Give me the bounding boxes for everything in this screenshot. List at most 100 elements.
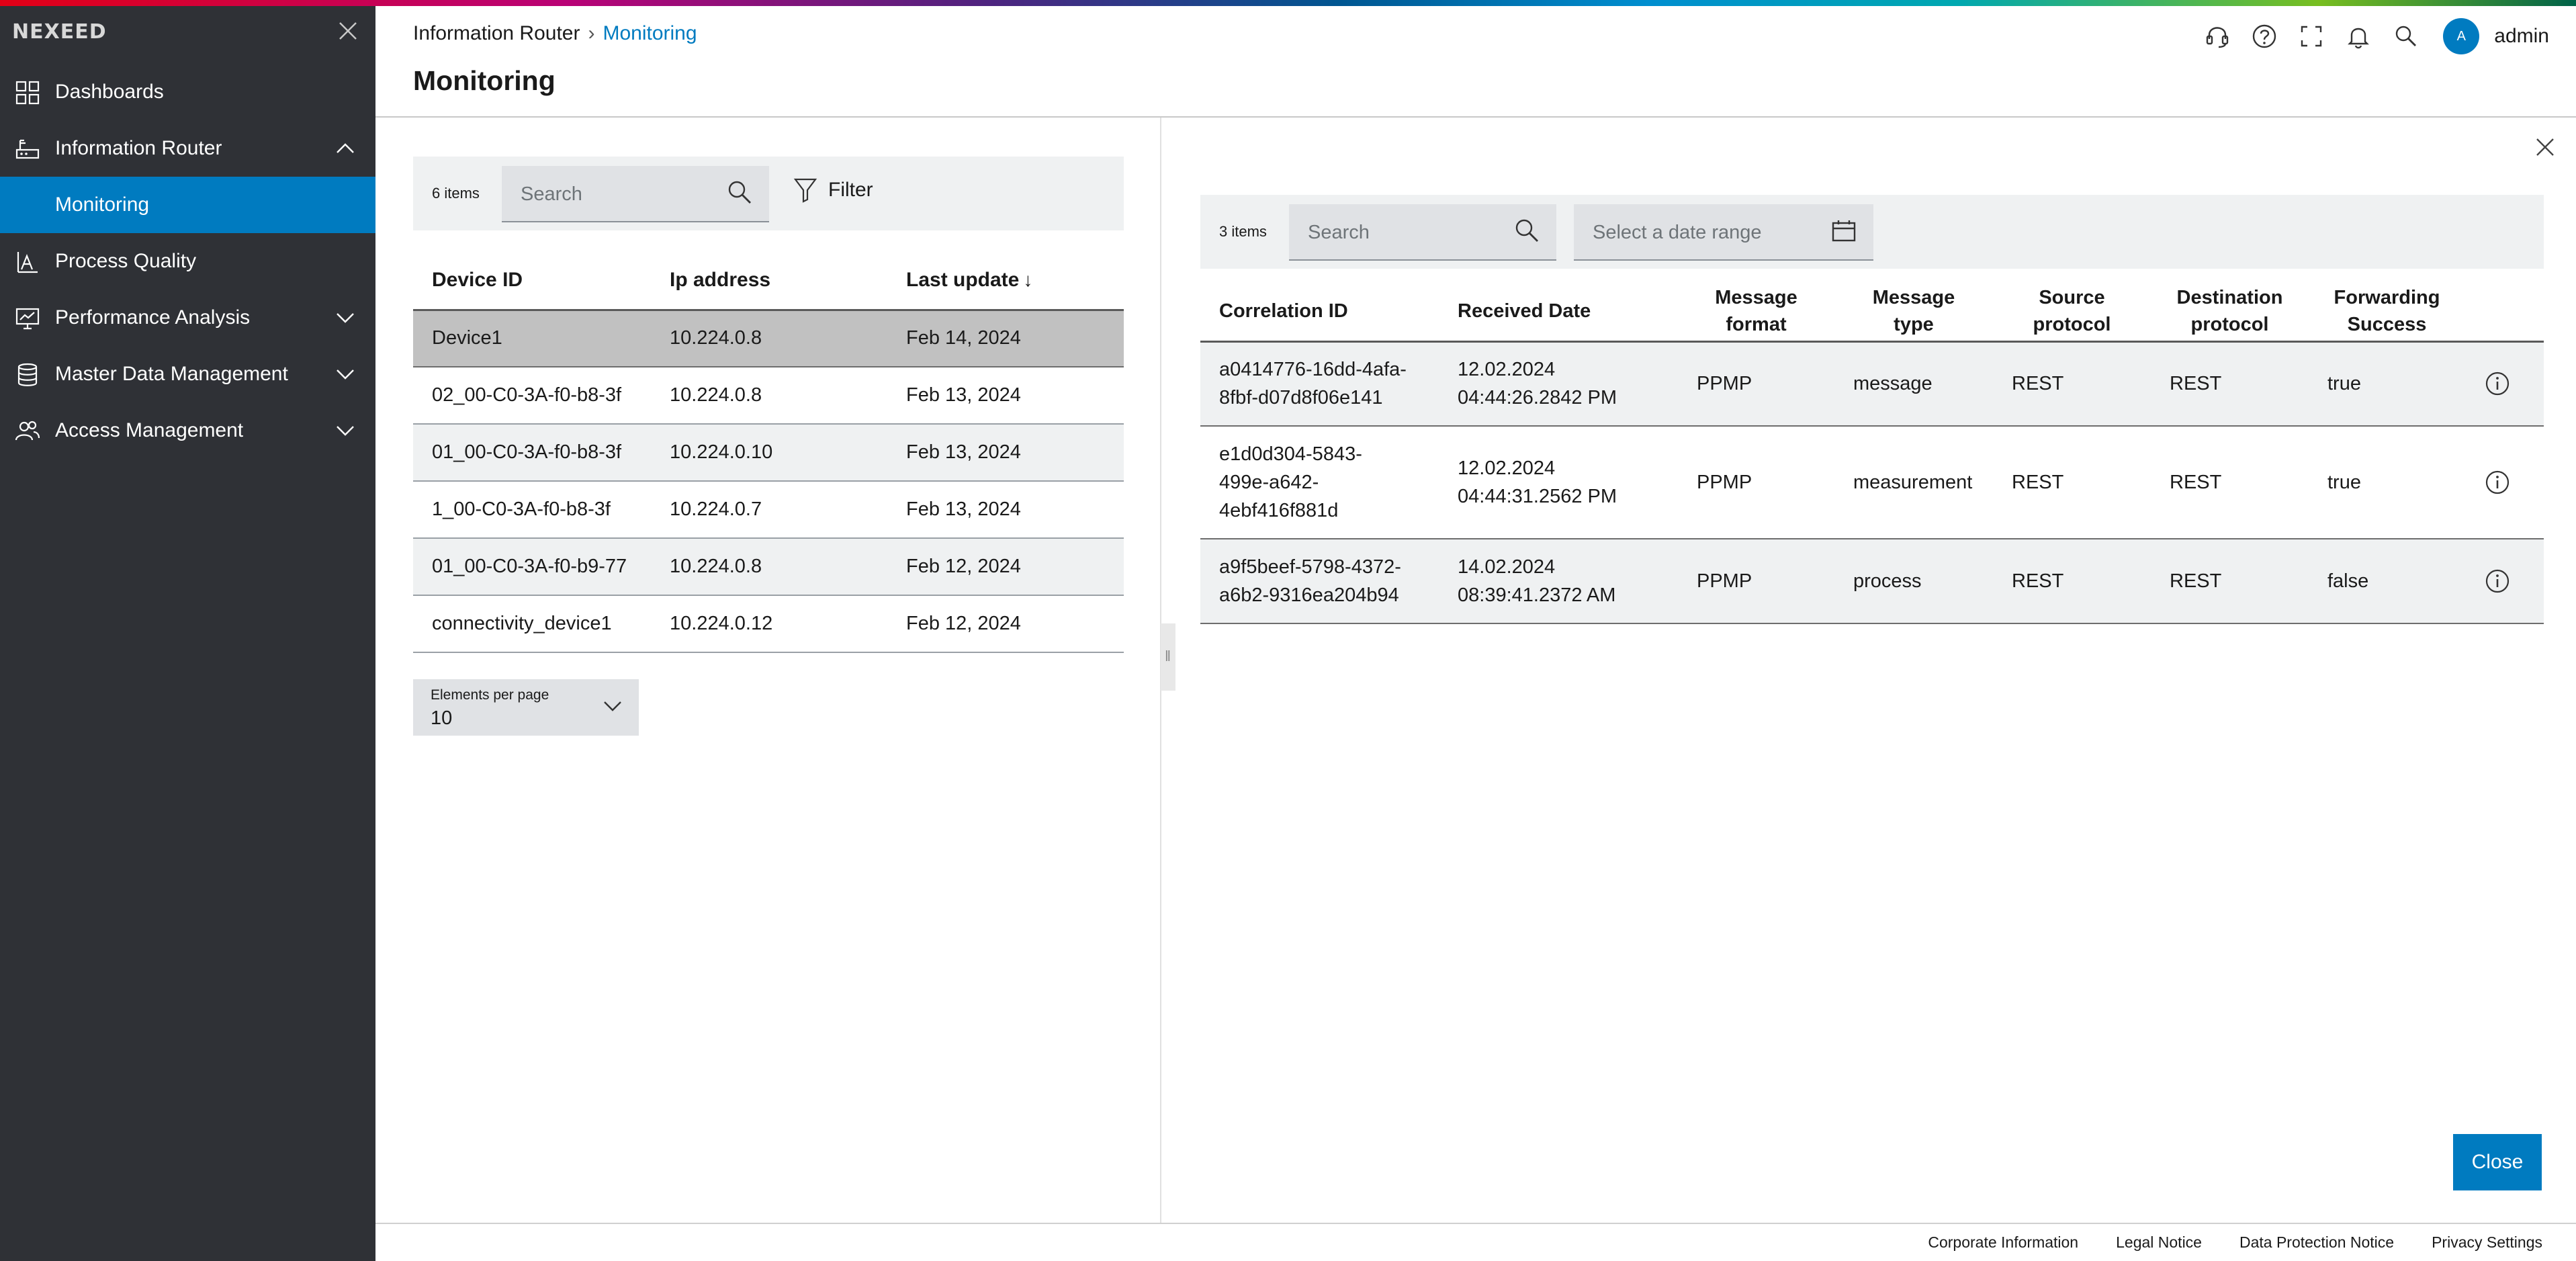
headset-icon[interactable]: [2203, 21, 2232, 51]
close-panel-icon[interactable]: [2532, 134, 2559, 161]
column-header-received-date[interactable]: Received Date: [1439, 282, 1678, 343]
column-header-last-update[interactable]: Last update ↓: [887, 252, 1124, 311]
sidebar-item-access-management[interactable]: Access Management: [0, 402, 375, 459]
search-placeholder: Search: [1308, 222, 1370, 243]
cell-device-id: Device1: [413, 310, 651, 367]
cell-last-update: Feb 12, 2024: [887, 595, 1124, 653]
table-row[interactable]: Device1 10.224.0.8 Feb 14, 2024: [413, 310, 1124, 367]
footer-links: Corporate Information Legal Notice Data Pr…: [1890, 1233, 2542, 1252]
cell-received-date: 12.02.2024 04:44:26.2842 PM: [1439, 341, 1678, 427]
column-header-message-type[interactable]: Message type: [1834, 282, 1993, 343]
table-row[interactable]: a9f5beef-5798-4372- a6b2-9316ea204b94 14.0…: [1200, 539, 2544, 624]
date-range-picker[interactable]: Select a date range: [1574, 204, 1873, 261]
close-button[interactable]: Close: [2453, 1134, 2542, 1190]
breadcrumb: Information Router › Monitoring: [413, 22, 697, 45]
cell-message-type: measurement: [1834, 426, 1993, 539]
sort-descending-icon: ↓: [1023, 269, 1033, 291]
chevron-down-icon[interactable]: [335, 366, 355, 382]
chevron-down-icon[interactable]: [335, 423, 355, 439]
device-list-panel: 6 items Search Filter Device ID Ip addre…: [375, 118, 1161, 1223]
sidebar-item-label: Monitoring: [55, 193, 150, 216]
column-header-device-id[interactable]: Device ID: [413, 252, 651, 311]
search-icon[interactable]: [2391, 21, 2420, 51]
search-icon[interactable]: [1512, 216, 1542, 246]
column-header-destination-protocol[interactable]: Destination protocol: [2151, 282, 2309, 343]
message-search-input[interactable]: Search: [1289, 204, 1556, 261]
column-header-source-protocol[interactable]: Source protocol: [1993, 282, 2151, 343]
footer-link[interactable]: Legal Notice: [2116, 1233, 2202, 1252]
monitor-chart-icon: [15, 308, 40, 330]
brand-logo: NEXEED: [12, 20, 107, 44]
sidebar-item-process-quality[interactable]: Process Quality: [0, 233, 375, 290]
search-icon[interactable]: [725, 178, 754, 208]
cell-ip-address: 10.224.0.12: [651, 595, 887, 653]
cell-message-format: PPMP: [1678, 539, 1834, 624]
filter-button[interactable]: Filter: [793, 177, 873, 204]
sidebar-item-label: Performance Analysis: [55, 306, 251, 329]
close-sidebar-icon[interactable]: [336, 19, 360, 43]
sidebar-item-dashboards[interactable]: Dashboards: [0, 64, 375, 120]
header-line: Success: [2347, 314, 2427, 336]
cell-ip-address: 10.224.0.8: [651, 367, 887, 425]
sidebar-item-master-data-management[interactable]: Master Data Management: [0, 346, 375, 402]
device-search-input[interactable]: Search: [502, 166, 769, 222]
cell-ip-address: 10.224.0.10: [651, 424, 887, 482]
cell-last-update: Feb 12, 2024: [887, 538, 1124, 596]
username[interactable]: admin: [2494, 25, 2549, 48]
text-line: 08:39:41.2372 AM: [1458, 584, 1616, 606]
header-line: Message: [1715, 286, 1797, 308]
cell-received-date: 12.02.2024 04:44:31.2562 PM: [1439, 426, 1678, 539]
elements-per-page-select[interactable]: Elements per page 10: [413, 679, 639, 736]
column-header-correlation-id[interactable]: Correlation ID: [1200, 282, 1439, 343]
sidebar-item-label: Access Management: [55, 419, 244, 441]
cell-forwarding-success: false: [2309, 539, 2465, 624]
breadcrumb-separator-icon: ›: [588, 22, 595, 44]
avatar[interactable]: A: [2443, 18, 2480, 54]
per-page-value: 10: [431, 707, 453, 729]
sidebar-item-monitoring[interactable]: Monitoring: [0, 177, 375, 233]
table-row[interactable]: a0414776-16dd-4afa- 8fbf-d07d8f06e141 12.0…: [1200, 341, 2544, 427]
column-header-ip-address[interactable]: Ip address: [651, 252, 887, 311]
message-table: Correlation ID Received Date Message form…: [1200, 282, 2544, 624]
footer-link[interactable]: Corporate Information: [1928, 1233, 2078, 1252]
column-header-forwarding-success[interactable]: Forwarding Success: [2309, 282, 2465, 343]
brand-color-stripe: [0, 0, 2576, 6]
cell-message-format: PPMP: [1678, 426, 1834, 539]
fullscreen-icon[interactable]: [2297, 21, 2326, 51]
table-row[interactable]: 01_00-C0-3A-f0-b8-3f 10.224.0.10 Feb 13, 2…: [413, 424, 1124, 482]
chevron-up-icon[interactable]: [335, 140, 355, 157]
table-row[interactable]: e1d0d304-5843- 499e-a642- 4ebf416f881d 12.0…: [1200, 426, 2544, 539]
chevron-down-icon[interactable]: [335, 310, 355, 326]
breadcrumb-link[interactable]: Information Router: [413, 22, 580, 45]
sidebar-item-information-router[interactable]: Information Router: [0, 120, 375, 177]
header-line: type: [1894, 314, 1934, 336]
text-line: 12.02.2024: [1458, 359, 1556, 381]
bell-icon[interactable]: [2344, 21, 2373, 51]
table-row[interactable]: connectivity_device1 10.224.0.12 Feb 12, 2…: [413, 595, 1124, 653]
footer-link[interactable]: Data Protection Notice: [2239, 1233, 2394, 1252]
info-icon[interactable]: [2484, 469, 2511, 496]
column-header-message-format[interactable]: Message format: [1678, 282, 1834, 343]
header-line: Destination: [2176, 286, 2283, 308]
cell-message-type: message: [1834, 341, 1993, 427]
page-title: Monitoring: [413, 65, 556, 96]
text-line: 8fbf-d07d8f06e141: [1219, 387, 1383, 409]
table-row[interactable]: 01_00-C0-3A-f0-b9-77 10.224.0.8 Feb 12, 20…: [413, 538, 1124, 596]
footer-link[interactable]: Privacy Settings: [2432, 1233, 2542, 1252]
device-table-body: Device1 10.224.0.8 Feb 14, 2024 02_00-C0-3A…: [413, 310, 1124, 653]
info-icon[interactable]: [2484, 568, 2511, 595]
help-icon[interactable]: [2250, 21, 2279, 51]
table-row[interactable]: 02_00-C0-3A-f0-b8-3f 10.224.0.8 Feb 13, 20…: [413, 367, 1124, 425]
cell-device-id: 01_00-C0-3A-f0-b9-77: [413, 538, 651, 596]
sidebar-item-performance-analysis[interactable]: Performance Analysis: [0, 290, 375, 346]
message-table-body: a0414776-16dd-4afa- 8fbf-d07d8f06e141 12.0…: [1200, 341, 2544, 624]
table-row[interactable]: 1_00-C0-3A-f0-b8-3f 10.224.0.7 Feb 13, 202…: [413, 481, 1124, 539]
text-line: 14.02.2024: [1458, 556, 1556, 578]
device-list-toolbar: 6 items Search Filter: [413, 157, 1124, 230]
column-header-actions: [2465, 282, 2544, 343]
breadcrumb-current: Monitoring: [603, 22, 697, 44]
text-line: a0414776-16dd-4afa-: [1219, 359, 1407, 381]
calendar-icon[interactable]: [1829, 216, 1859, 246]
cell-device-id: 02_00-C0-3A-f0-b8-3f: [413, 367, 651, 425]
info-icon[interactable]: [2484, 370, 2511, 397]
